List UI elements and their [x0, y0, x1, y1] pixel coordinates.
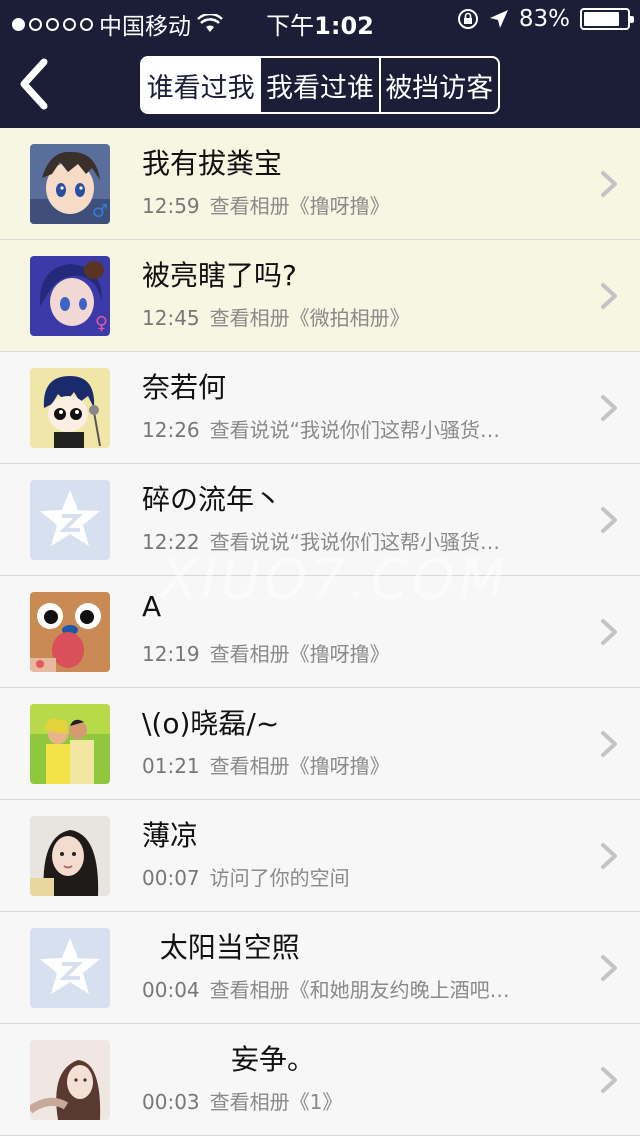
gender-icon: ♀	[94, 313, 108, 334]
visit-time: 01:21	[142, 754, 200, 778]
visitor-row[interactable]: \(o)晓磊/~ 01:21 查看相册《撸呀撸》	[0, 688, 640, 800]
visitor-row[interactable]: A 12:19 查看相册《撸呀撸》	[0, 576, 640, 688]
chevron-right-icon	[601, 395, 617, 421]
anime-boy-avatar[interactable]: ♂	[30, 144, 110, 224]
header: 中国移动 下午1:02 83% 谁看过我 我看过谁 被挡访客	[0, 0, 640, 128]
visit-action: 查看说说“我说你们这帮小骚货…	[209, 530, 501, 554]
visit-time: 12:22	[142, 530, 200, 554]
visit-meta: 00:03 查看相册《1》	[142, 1086, 562, 1115]
visit-action: 查看相册《撸呀撸》	[209, 642, 390, 666]
visitor-row[interactable]: 奈若何 12:26 查看说说“我说你们这帮小骚货…	[0, 352, 640, 464]
visitor-name: 我有拔粪宝	[142, 147, 283, 180]
girl-portrait-avatar[interactable]	[30, 1040, 110, 1120]
visit-meta: 12:22 查看说说“我说你们这帮小骚货…	[142, 526, 562, 555]
visitor-row[interactable]: 妄争。 00:03 查看相册《1》	[0, 1024, 640, 1136]
visit-action: 查看相册《和她朋友约晚上酒吧…	[209, 978, 510, 1002]
visit-action: 查看相册《微拍相册》	[209, 306, 410, 330]
visit-action: 查看说说“我说你们这帮小骚货…	[209, 418, 501, 442]
chopper-avatar[interactable]	[30, 592, 110, 672]
visit-time: 00:03	[142, 1090, 200, 1114]
visit-meta: 00:07 访问了你的空间	[142, 862, 562, 891]
visitor-name: 奈若何	[142, 371, 227, 404]
anime-girl-avatar[interactable]: ♀	[30, 256, 110, 336]
visit-meta: 01:21 查看相册《撸呀撸》	[142, 750, 562, 779]
visitor-name: 薄凉	[142, 819, 199, 852]
visitor-row[interactable]: 薄凉 00:07 访问了你的空间	[0, 800, 640, 912]
visit-meta: 12:45 查看相册《微拍相册》	[142, 302, 562, 331]
chevron-right-icon	[601, 619, 617, 645]
gender-icon: ♂	[91, 201, 108, 222]
battery-percent: 83%	[518, 6, 570, 32]
visit-meta: 12:26 查看说说“我说你们这帮小骚货…	[142, 414, 562, 443]
visit-time: 12:19	[142, 642, 200, 666]
visitor-row[interactable]: ♀ 被亮瞎了吗? 12:45 查看相册《微拍相册》	[0, 240, 640, 352]
tab-blocked-visitors[interactable]: 被挡访客	[378, 58, 498, 112]
chevron-right-icon	[601, 171, 617, 197]
chevron-right-icon	[601, 955, 617, 981]
visitor-name: A	[142, 590, 162, 623]
battery-level	[584, 12, 619, 26]
visitor-name: 妄争。	[142, 1043, 316, 1076]
location-icon	[489, 10, 508, 28]
tab-who-i-viewed[interactable]: 我看过谁	[259, 58, 378, 112]
chevron-right-icon	[601, 843, 617, 869]
visitor-name: 太阳当空照	[142, 931, 300, 964]
navigation-bar: 谁看过我 我看过谁 被挡访客	[0, 40, 640, 128]
visitor-list: ♂ 我有拔粪宝 12:59 查看相册《撸呀撸》 ♀ 被亮瞎了吗? 12:45 查看相册《微拍相…	[0, 128, 640, 1136]
visit-action: 查看相册《撸呀撸》	[209, 194, 390, 218]
visit-action: 访问了你的空间	[209, 866, 350, 890]
girl-photo-avatar[interactable]	[30, 816, 110, 896]
visit-meta: 12:19 查看相册《撸呀撸》	[142, 638, 562, 667]
visitor-name: 被亮瞎了吗?	[142, 259, 297, 292]
visit-meta: 12:59 查看相册《撸呀撸》	[142, 190, 562, 219]
rotation-lock-icon	[457, 9, 478, 29]
chevron-right-icon	[601, 507, 617, 533]
chevron-right-icon	[601, 1067, 617, 1093]
status-right: 83%	[457, 6, 634, 32]
visitor-row[interactable]: 太阳当空照 00:04 查看相册《和她朋友约晚上酒吧…	[0, 912, 640, 1024]
visitor-tabs: 谁看过我 我看过谁 被挡访客	[140, 56, 500, 114]
visit-action: 查看相册《1》	[209, 1090, 343, 1114]
visit-time: 12:45	[142, 306, 200, 330]
chevron-right-icon	[601, 283, 617, 309]
visit-meta: 00:04 查看相册《和她朋友约晚上酒吧…	[142, 974, 562, 1003]
visit-time: 12:26	[142, 418, 200, 442]
battery-icon	[580, 8, 634, 30]
tab-who-viewed-me[interactable]: 谁看过我	[142, 58, 260, 112]
visitor-name: 碎の流年丶	[142, 483, 283, 516]
visit-time: 00:07	[142, 866, 200, 890]
visit-action: 查看相册《撸呀撸》	[209, 754, 390, 778]
default-qzone-avatar[interactable]	[30, 480, 110, 560]
status-bar: 中国移动 下午1:02 83%	[0, 0, 640, 40]
couple-photo-avatar[interactable]	[30, 704, 110, 784]
visit-time: 12:59	[142, 194, 200, 218]
chevron-right-icon	[601, 731, 617, 757]
visitor-name: \(o)晓磊/~	[142, 707, 280, 740]
back-button[interactable]	[16, 58, 56, 110]
visitor-row[interactable]: 碎の流年丶 12:22 查看说说“我说你们这帮小骚货…	[0, 464, 640, 576]
default-qzone-avatar[interactable]	[30, 928, 110, 1008]
cartoon-singer-avatar[interactable]	[30, 368, 110, 448]
visitor-row[interactable]: ♂ 我有拔粪宝 12:59 查看相册《撸呀撸》	[0, 128, 640, 240]
visit-time: 00:04	[142, 978, 200, 1002]
